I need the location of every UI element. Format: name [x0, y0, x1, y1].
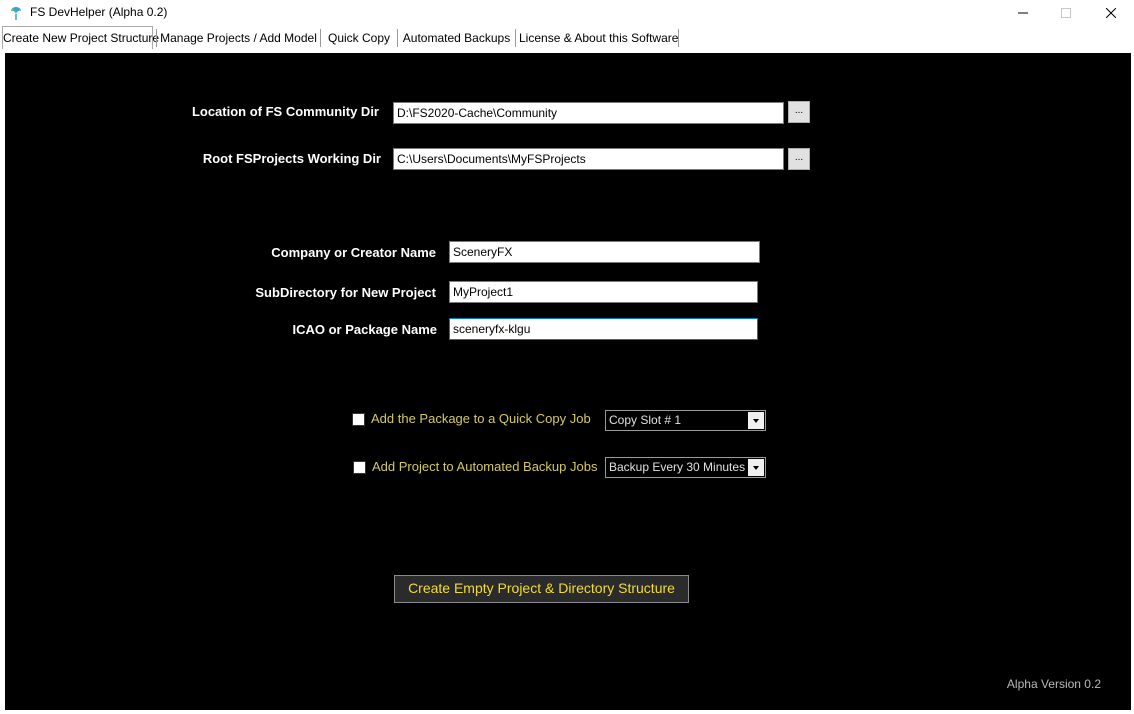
tab-manage-projects[interactable]: Manage Projects / Add Model	[160, 28, 317, 48]
tab-separator	[397, 29, 398, 47]
company-name-label: Company or Creator Name	[271, 245, 436, 260]
tab-create-project[interactable]: Create New Project Structure	[2, 26, 159, 49]
create-project-panel: Location of FS Community Dir ... Root FS…	[5, 53, 1131, 710]
projects-dir-label: Root FSProjects Working Dir	[202, 151, 381, 166]
tab-strip: Create New Project Structure Manage Proj…	[0, 26, 1134, 52]
backup-interval-value: Backup Every 30 Minutes	[609, 460, 746, 474]
subdirectory-label: SubDirectory for New Project	[255, 285, 436, 300]
tab-separator	[320, 29, 321, 47]
company-name-input[interactable]	[449, 241, 760, 263]
community-dir-input[interactable]	[393, 102, 784, 124]
chevron-down-icon	[748, 459, 764, 476]
maximize-icon	[1061, 8, 1071, 18]
title-bar: FS DevHelper (Alpha 0.2)	[0, 0, 1134, 26]
quick-copy-checkbox[interactable]	[352, 413, 365, 426]
tab-separator	[678, 29, 679, 47]
projects-browse-button[interactable]: ...	[788, 148, 810, 170]
create-project-button[interactable]: Create Empty Project & Directory Structu…	[394, 575, 689, 603]
quick-copy-label[interactable]: Add the Package to a Quick Copy Job	[371, 411, 591, 426]
maximize-button[interactable]	[1043, 0, 1089, 26]
copy-slot-value: Copy Slot # 1	[609, 413, 682, 427]
community-browse-button[interactable]: ...	[788, 101, 810, 123]
minimize-icon	[1018, 12, 1028, 14]
subdirectory-input[interactable]	[449, 281, 758, 303]
tab-automated-backups[interactable]: Automated Backups	[401, 28, 512, 48]
copy-slot-select[interactable]: Copy Slot # 1	[605, 410, 766, 431]
tab-quick-copy[interactable]: Quick Copy	[324, 28, 394, 48]
minimize-button[interactable]	[1000, 0, 1046, 26]
tab-separator	[515, 29, 516, 47]
chevron-down-icon	[748, 412, 764, 429]
projects-dir-input[interactable]	[393, 148, 784, 170]
backup-interval-select[interactable]: Backup Every 30 Minutes	[605, 457, 766, 478]
backup-checkbox[interactable]	[353, 461, 366, 474]
backup-label[interactable]: Add Project to Automated Backup Jobs	[372, 459, 597, 474]
close-button[interactable]	[1088, 0, 1134, 26]
tab-license-about[interactable]: License & About this Software	[519, 28, 678, 48]
icao-package-input[interactable]	[449, 318, 758, 340]
tab-separator	[156, 29, 157, 47]
close-icon	[1106, 8, 1116, 18]
icao-package-label: ICAO or Package Name	[292, 322, 437, 337]
community-dir-label: Location of FS Community Dir	[191, 104, 379, 119]
version-label: Alpha Version 0.2	[1006, 677, 1101, 691]
window-title: FS DevHelper (Alpha 0.2)	[30, 5, 168, 19]
app-icon	[11, 7, 21, 20]
